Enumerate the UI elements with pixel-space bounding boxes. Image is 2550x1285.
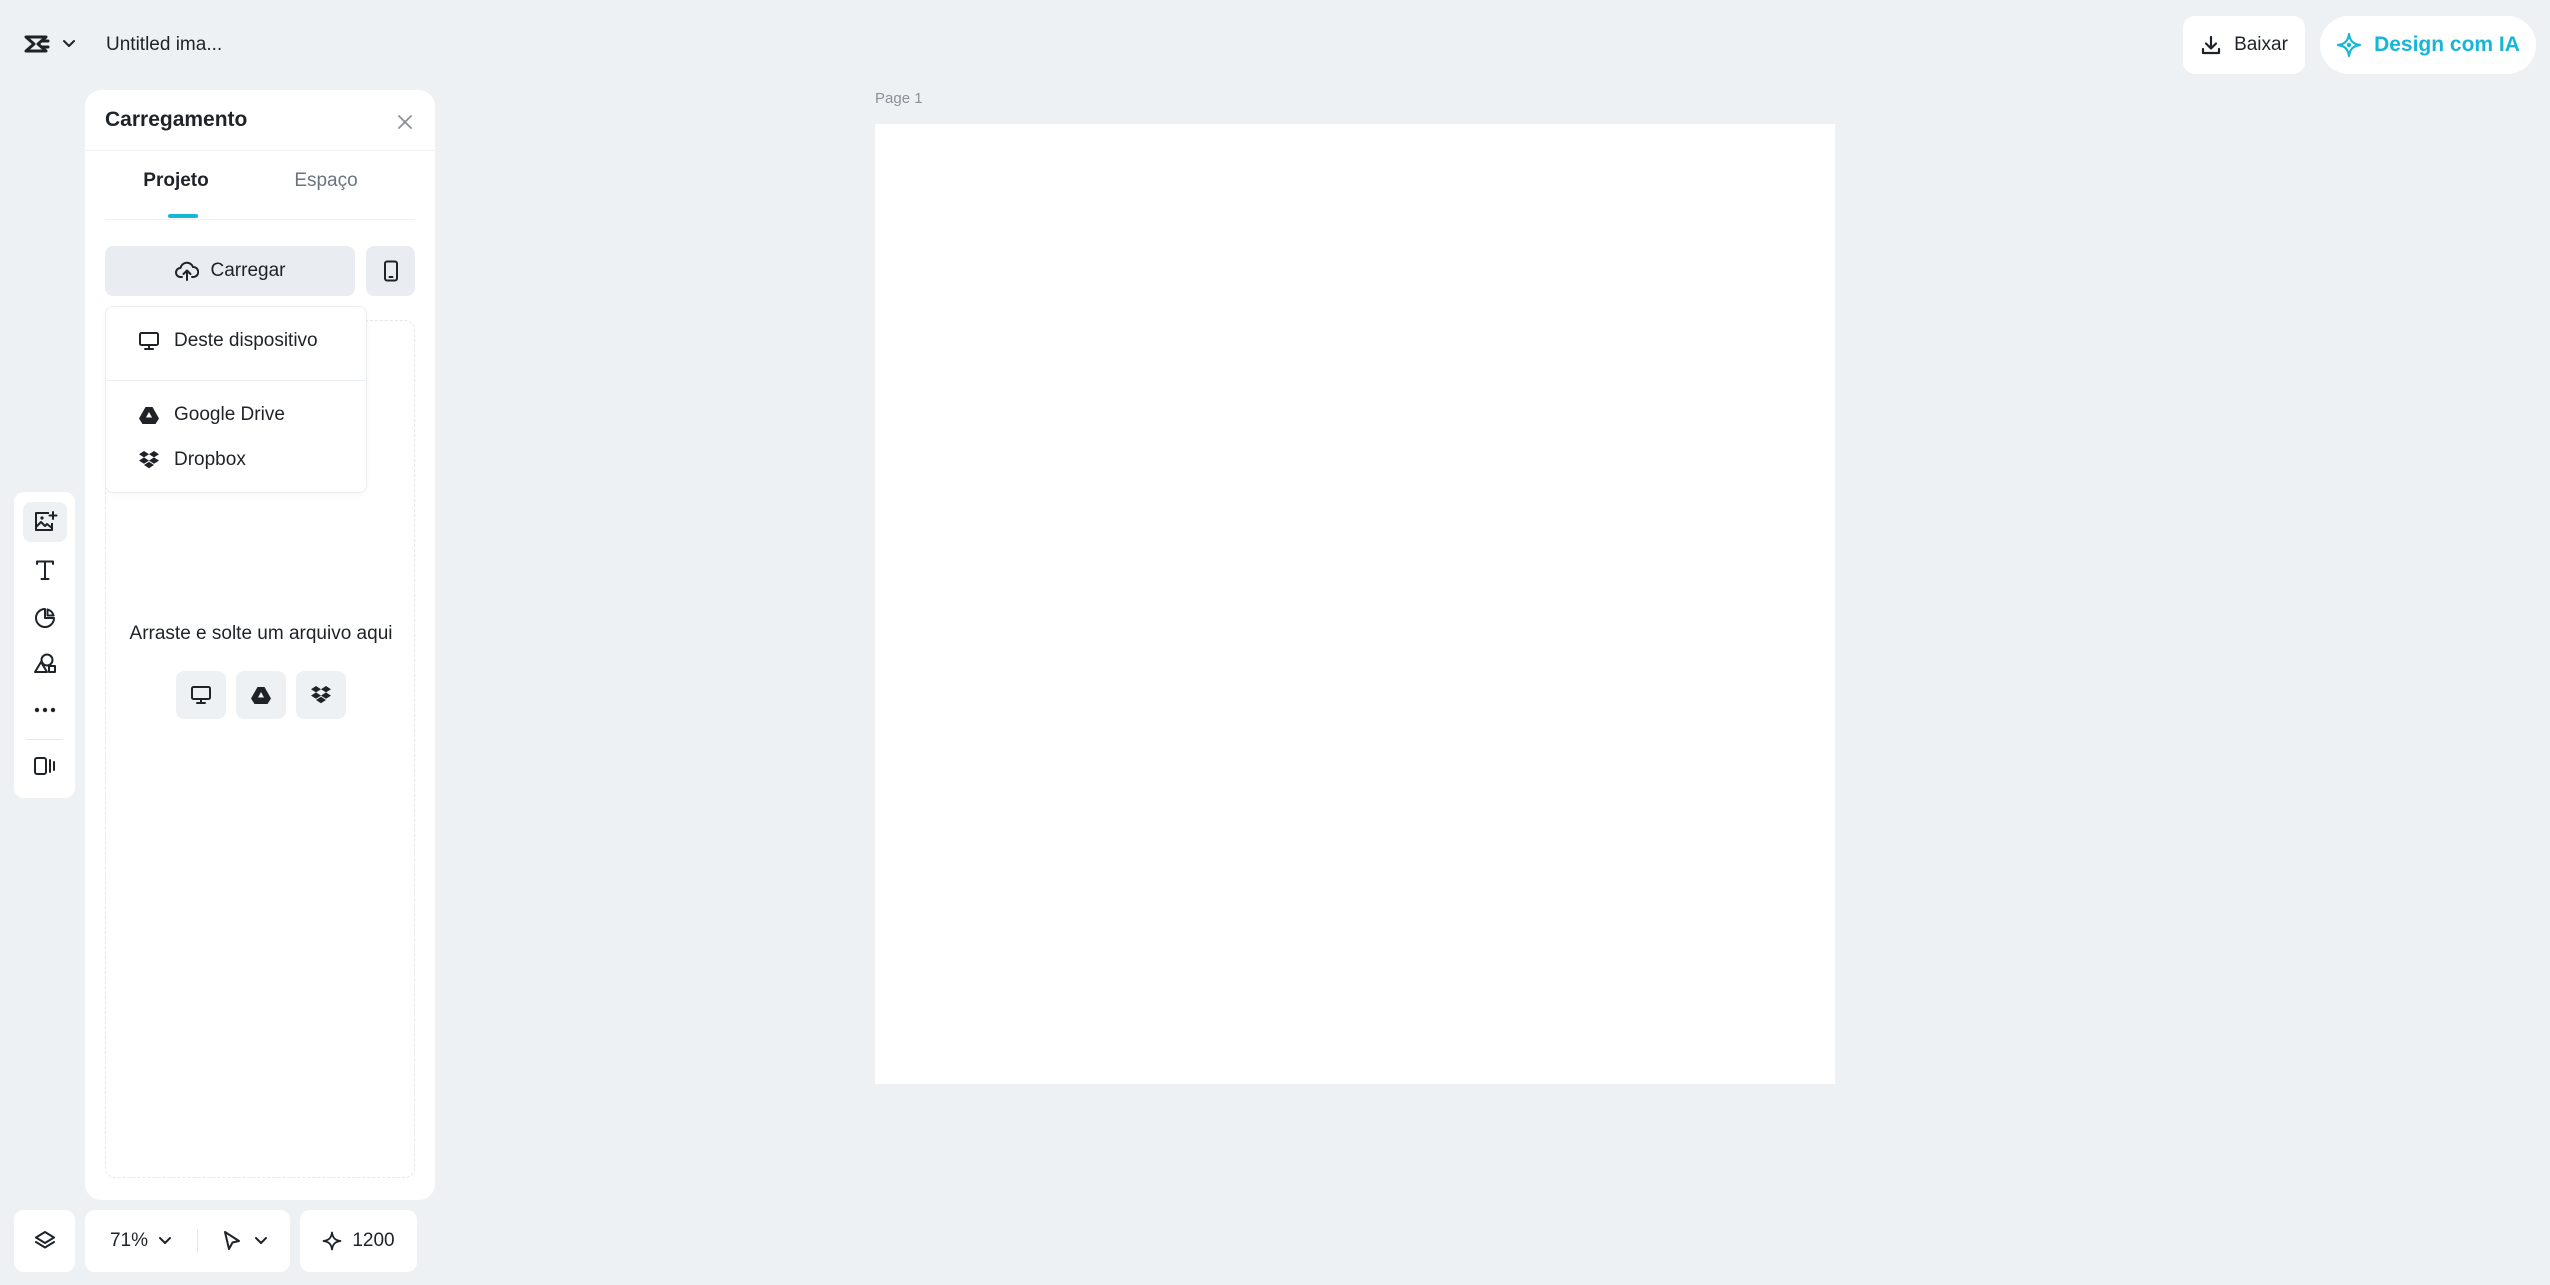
google-drive-icon <box>250 685 272 705</box>
tool-shapes[interactable] <box>23 644 67 684</box>
ai-sparkle-icon <box>2336 32 2362 58</box>
upload-panel: Carregamento Projeto Espaço Carregar Arr… <box>85 90 435 1200</box>
tool-brand-kit[interactable] <box>23 746 67 786</box>
tool-upload[interactable] <box>23 502 67 542</box>
tabs-divider <box>105 219 415 220</box>
chevron-down-icon <box>254 1236 268 1246</box>
google-drive-icon <box>138 405 160 425</box>
close-panel-button[interactable] <box>391 108 419 136</box>
shapes-icon <box>32 652 58 676</box>
zoom-dropdown[interactable]: 71% <box>97 1220 185 1262</box>
menu-item-label: Dropbox <box>174 449 246 470</box>
pointer-mode-dropdown[interactable] <box>213 1220 277 1262</box>
menu-item-google-drive[interactable]: Google Drive <box>106 393 366 437</box>
layers-button[interactable] <box>14 1210 75 1272</box>
panel-title: Carregamento <box>105 108 248 131</box>
brand-kit-icon <box>32 754 58 778</box>
document-title[interactable]: Untitled ima... <box>96 24 232 66</box>
tab-projeto[interactable]: Projeto <box>125 170 227 230</box>
cloud-upload-icon <box>174 260 199 282</box>
design-with-ai-button[interactable]: Design com IA <box>2320 16 2536 74</box>
source-desktop-button[interactable] <box>176 671 226 719</box>
credits-value: 1200 <box>352 1230 395 1251</box>
panel-header-divider <box>85 150 435 151</box>
chevron-down-icon <box>158 1236 172 1246</box>
zoom-and-pointer-group: 71% <box>85 1210 290 1272</box>
dropbox-icon <box>310 685 332 705</box>
tool-text[interactable] <box>23 550 67 590</box>
menu-item-this-device[interactable]: Deste dispositivo <box>106 319 366 363</box>
active-tab-indicator <box>168 214 198 218</box>
text-icon <box>33 558 57 582</box>
drop-zone-sources <box>106 671 416 719</box>
tab-espaco[interactable]: Espaço <box>275 170 377 230</box>
download-icon <box>2200 34 2222 56</box>
desktop-icon <box>190 685 212 705</box>
design-with-ai-label: Design com IA <box>2374 33 2520 56</box>
tool-elements[interactable] <box>23 598 67 638</box>
upload-button-label: Carregar <box>210 260 286 281</box>
menu-item-label: Deste dispositivo <box>174 330 318 351</box>
more-icon <box>34 707 56 713</box>
phone-icon <box>383 260 399 282</box>
dropbox-icon <box>138 450 160 470</box>
upload-button[interactable]: Carregar <box>105 246 355 296</box>
upload-source-menu: Deste dispositivo Google Drive Dropbox <box>105 306 367 493</box>
menu-divider <box>106 380 366 381</box>
upload-image-icon <box>32 509 58 535</box>
toolbar-divider <box>26 739 63 740</box>
source-dropbox-button[interactable] <box>296 671 346 719</box>
layers-icon <box>33 1229 57 1253</box>
zoom-separator <box>197 1229 198 1253</box>
capcut-logo-icon <box>24 34 50 54</box>
design-canvas[interactable] <box>875 124 1835 1084</box>
download-label: Baixar <box>2234 34 2288 55</box>
menu-item-dropbox[interactable]: Dropbox <box>106 438 366 482</box>
tool-more[interactable] <box>23 690 67 730</box>
credits-button[interactable]: 1200 <box>300 1210 417 1272</box>
element-icon <box>33 606 57 630</box>
download-button[interactable]: Baixar <box>2183 16 2305 74</box>
source-google-drive-button[interactable] <box>236 671 286 719</box>
drop-zone-text: Arraste e solte um arquivo aqui <box>129 623 393 644</box>
pointer-icon <box>222 1230 242 1252</box>
zoom-level: 71% <box>109 1230 149 1251</box>
sparkle-icon <box>322 1231 342 1251</box>
menu-item-label: Google Drive <box>174 404 285 425</box>
app-menu-button[interactable] <box>14 24 88 64</box>
page-label: Page 1 <box>875 90 923 107</box>
chevron-down-icon <box>62 39 76 49</box>
desktop-icon <box>138 331 160 351</box>
upload-from-phone-button[interactable] <box>366 246 415 296</box>
left-toolbar <box>14 492 75 798</box>
close-icon <box>396 113 414 131</box>
